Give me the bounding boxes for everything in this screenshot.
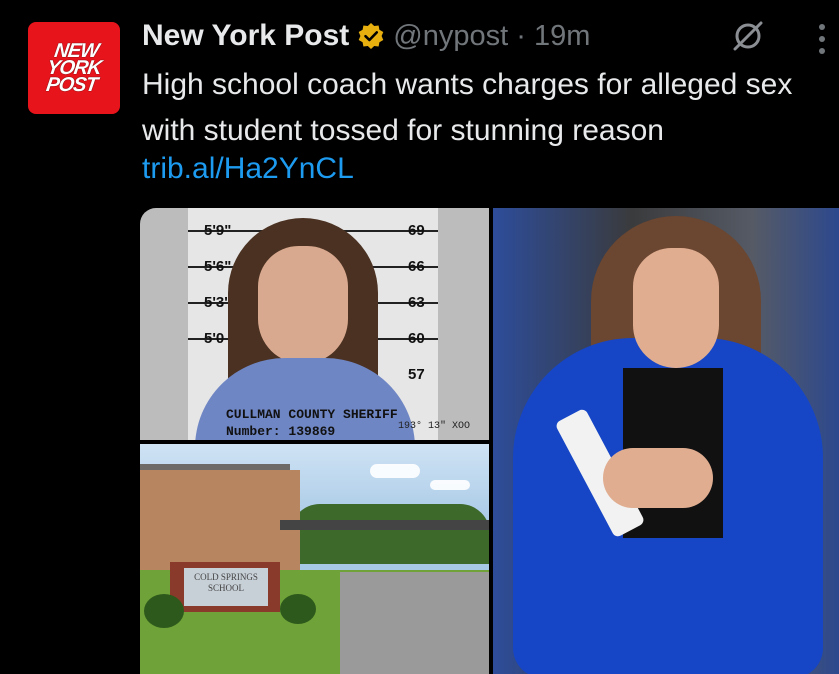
entrance-canopy [280, 520, 489, 530]
mugshot-small-text: 193° 13" XOO [398, 421, 471, 432]
handle-and-time[interactable]: @nypost · 19m [393, 20, 590, 53]
height-label: 63 [408, 294, 425, 311]
school-image[interactable]: COLD SPRINGS SCHOOL [140, 444, 489, 674]
height-label: 69 [408, 222, 425, 239]
height-label: 57 [408, 366, 425, 383]
nypost-logo: NEW YORK POST [44, 40, 105, 96]
caption-line-1: CULLMAN COUNTY SHERIFF [226, 407, 398, 422]
trees [290, 504, 489, 564]
nypost-avatar[interactable]: NEW YORK POST [28, 22, 120, 114]
verified-badge-icon [357, 22, 385, 50]
cloud [430, 480, 470, 490]
logo-line-3: POST [44, 73, 99, 96]
school-sign: COLD SPRINGS SCHOOL [184, 568, 268, 606]
height-label: 5'6" [204, 258, 232, 275]
display-name[interactable]: New York Post [142, 19, 349, 53]
height-label: 5'9" [204, 222, 232, 239]
mugshot-caption: CULLMAN COUNTY SHERIFF Number: 139869 [226, 406, 398, 440]
coach-image[interactable] [493, 208, 839, 674]
height-label: 60 [408, 330, 425, 347]
caption-line-2: Number: 139869 [226, 424, 336, 439]
coach-face [633, 248, 719, 368]
tweet-text: High school coach wants charges for alle… [142, 68, 793, 147]
height-label: 66 [408, 258, 425, 275]
person-face [258, 246, 348, 364]
height-label: 5'3' [204, 294, 228, 311]
bush [144, 594, 184, 628]
mugshot-image[interactable]: 5'9" 5'6" 5'3' 5'0 69 66 63 60 57 CULLMA… [140, 208, 489, 440]
tweet-link[interactable]: trib.al/Ha2YnCL [142, 152, 354, 186]
road [340, 572, 489, 674]
bush [280, 594, 316, 624]
height-label: 5'0 [204, 330, 225, 347]
more-options-icon[interactable] [812, 22, 832, 56]
cloud [370, 464, 420, 478]
tweet-media[interactable]: 5'9" 5'6" 5'3' 5'0 69 66 63 60 57 CULLMA… [140, 208, 839, 674]
sign-line-1: COLD SPRINGS [194, 572, 258, 582]
grok-icon[interactable] [730, 18, 766, 54]
coach-hands [603, 448, 713, 508]
sign-line-2: SCHOOL [207, 583, 244, 593]
